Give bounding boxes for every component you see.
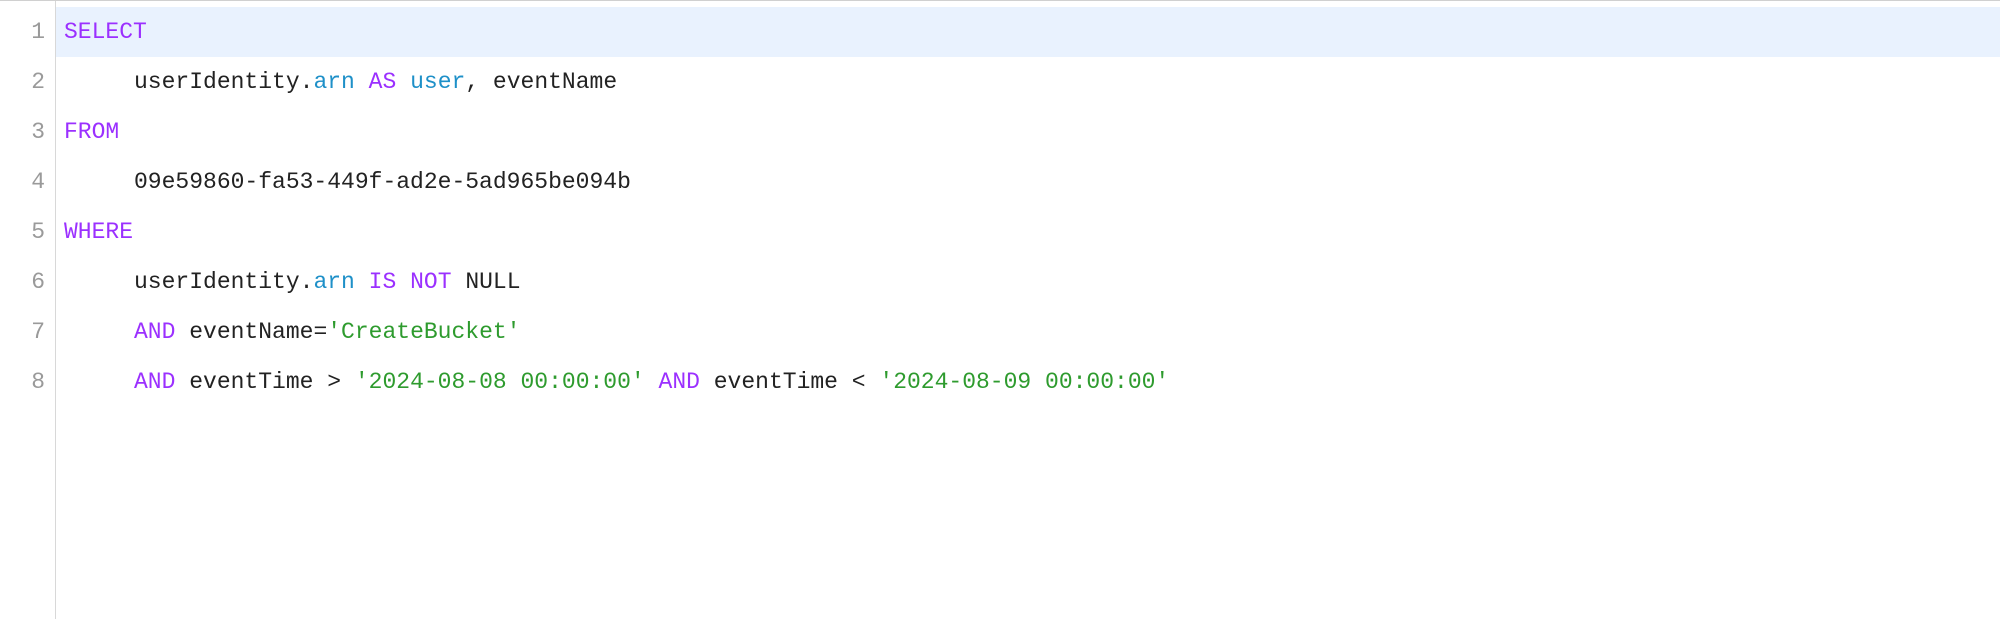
code-line-6[interactable]: userIdentity.arn IS NOT NULL	[56, 257, 2000, 307]
keyword-from: FROM	[64, 119, 119, 145]
token: eventName=	[175, 319, 327, 345]
string-literal: '2024-08-08 00:00:00'	[355, 369, 645, 395]
code-line-5[interactable]: WHERE	[56, 207, 2000, 257]
code-content[interactable]: SELECT userIdentity.arn AS user, eventNa…	[56, 1, 2000, 619]
line-number: 1	[0, 7, 45, 57]
string-literal: '2024-08-09 00:00:00'	[879, 369, 1169, 395]
token: arn	[313, 69, 354, 95]
line-number: 8	[0, 357, 45, 407]
code-line-7[interactable]: AND eventName='CreateBucket'	[56, 307, 2000, 357]
token	[645, 369, 659, 395]
line-number: 2	[0, 57, 45, 107]
line-number-gutter: 1 2 3 4 5 6 7 8	[0, 1, 56, 619]
keyword-null: NULL	[452, 269, 521, 295]
code-line-3[interactable]: FROM	[56, 107, 2000, 157]
line-number: 3	[0, 107, 45, 157]
token: user	[410, 69, 465, 95]
keyword-is: IS	[355, 269, 410, 295]
token: .	[300, 69, 314, 95]
token: .	[300, 269, 314, 295]
sql-editor[interactable]: 1 2 3 4 5 6 7 8 SELECT userIdentity.arn …	[0, 0, 2000, 619]
token: eventTime >	[175, 369, 354, 395]
token: userIdentity	[134, 69, 300, 95]
token: 09e59860-fa53-449f-ad2e-5ad965be094b	[134, 169, 631, 195]
keyword-not: NOT	[410, 269, 451, 295]
keyword-and: AND	[134, 369, 175, 395]
token: , eventName	[465, 69, 617, 95]
code-line-4[interactable]: 09e59860-fa53-449f-ad2e-5ad965be094b	[56, 157, 2000, 207]
keyword-and: AND	[134, 319, 175, 345]
string-literal: 'CreateBucket'	[327, 319, 520, 345]
keyword-where: WHERE	[64, 219, 133, 245]
token: userIdentity	[134, 269, 300, 295]
code-line-8[interactable]: AND eventTime > '2024-08-08 00:00:00' AN…	[56, 357, 2000, 407]
line-number: 5	[0, 207, 45, 257]
keyword-and: AND	[659, 369, 700, 395]
line-number: 6	[0, 257, 45, 307]
line-number: 7	[0, 307, 45, 357]
keyword-select: SELECT	[64, 19, 147, 45]
code-line-1[interactable]: SELECT	[56, 7, 2000, 57]
token: arn	[313, 269, 354, 295]
line-number: 4	[0, 157, 45, 207]
keyword-as: AS	[355, 69, 410, 95]
code-line-2[interactable]: userIdentity.arn AS user, eventName	[56, 57, 2000, 107]
token: eventTime <	[700, 369, 879, 395]
